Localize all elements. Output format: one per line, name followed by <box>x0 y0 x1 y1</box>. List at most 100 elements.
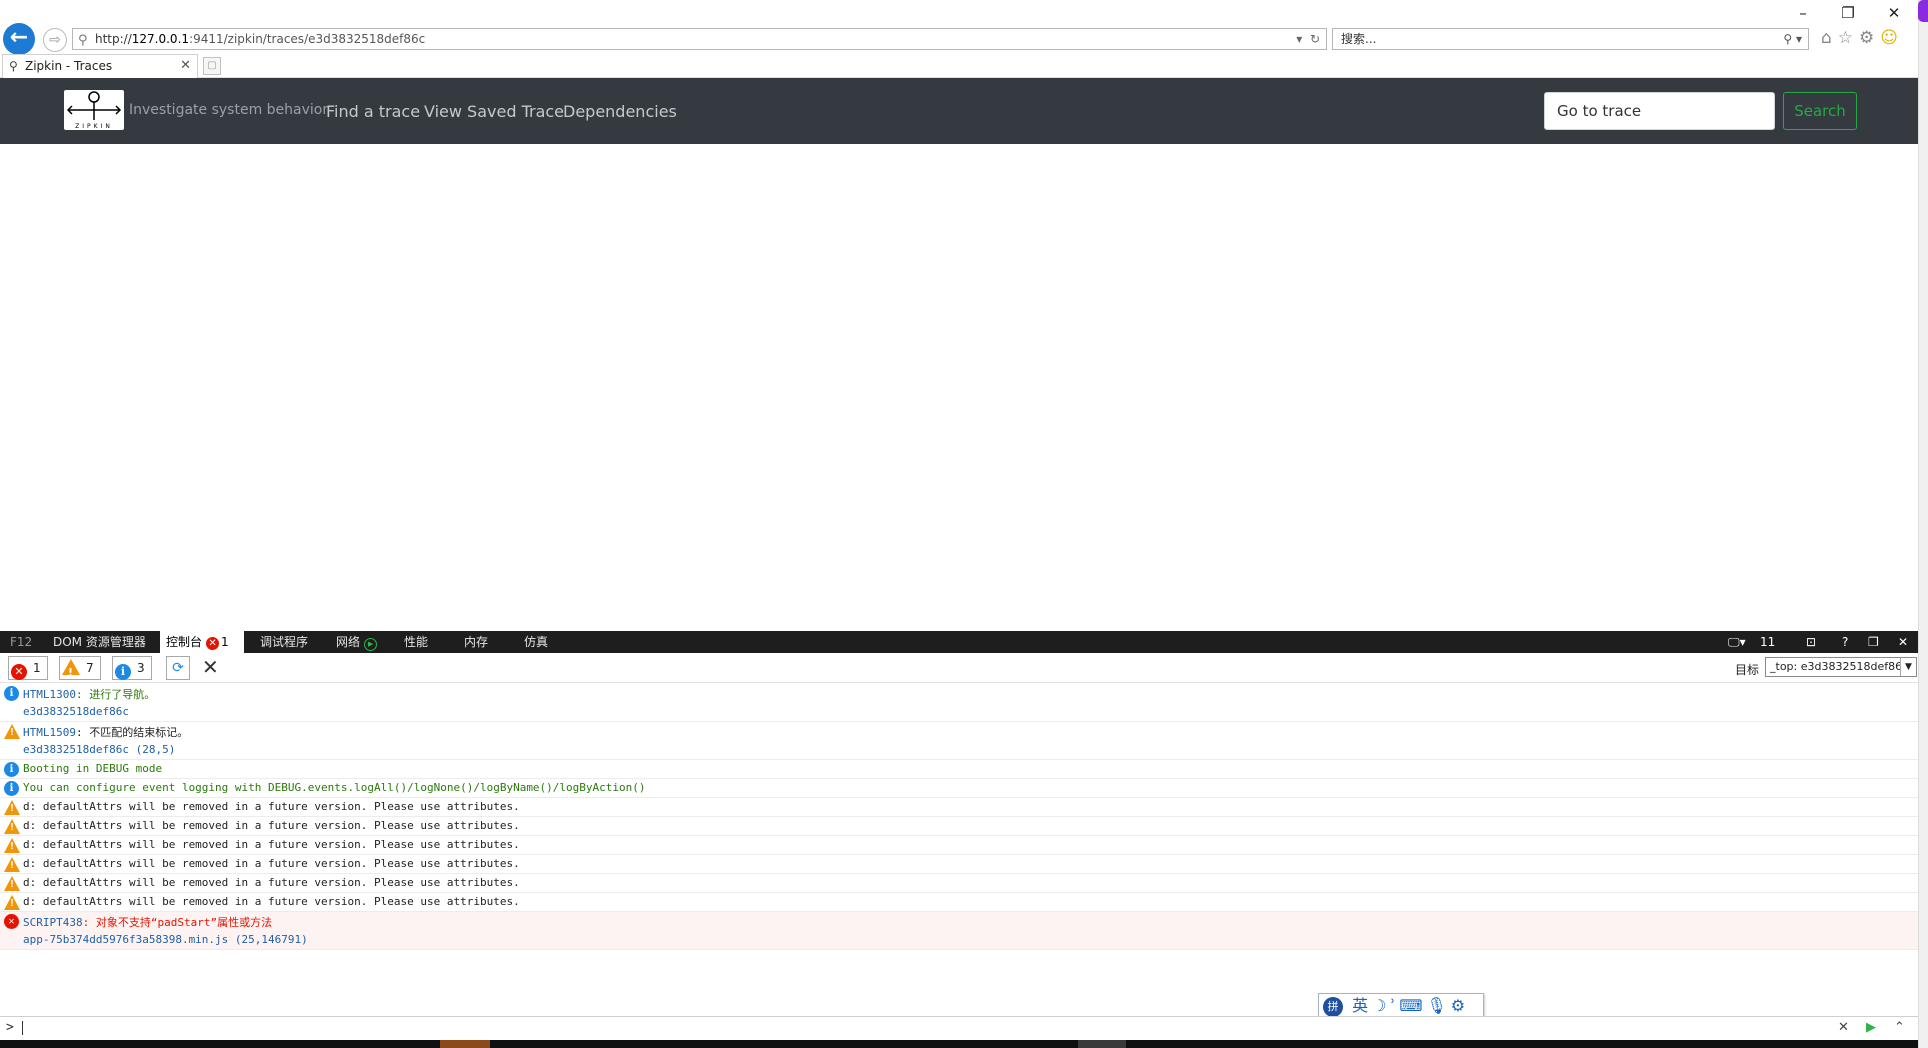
message-text: d: defaultAttrs will be removed in a fut… <box>23 895 520 908</box>
console-message[interactable]: d: defaultAttrs will be removed in a fut… <box>0 874 1918 893</box>
message-text: d: defaultAttrs will be removed in a fut… <box>23 876 520 889</box>
search-dropdown-icon[interactable]: ▾ <box>1796 32 1802 46</box>
tab-dom-explorer[interactable]: DOM 资源管理器 <box>47 631 152 653</box>
tab-memory[interactable]: 内存 <box>458 631 494 653</box>
warning-icon <box>4 895 20 910</box>
go-to-trace-placeholder: Go to trace <box>1557 102 1642 120</box>
expand-input-icon[interactable]: ⌃ <box>1894 1020 1905 1035</box>
prompt-chevron: > <box>6 1020 14 1035</box>
logo-text: ZIPKIN <box>75 123 113 130</box>
keyboard-icon[interactable]: ⌨ <box>1399 996 1426 1015</box>
console-message[interactable]: i You can configure event logging with D… <box>0 779 1918 798</box>
browser-search-input[interactable]: 搜索... ⚲ ▾ <box>1332 28 1809 50</box>
help-button[interactable]: ? <box>1842 631 1848 653</box>
forward-button[interactable]: ⇨ <box>43 28 67 52</box>
browser-tab[interactable]: ⚲ Zipkin - Traces ✕ <box>2 54 198 78</box>
console-message[interactable]: d: defaultAttrs will be removed in a fut… <box>0 798 1918 817</box>
errors-count: 1 <box>33 661 41 675</box>
chevron-down-icon: ▼ <box>1900 658 1916 676</box>
half-width-moon-icon[interactable]: ☽ <box>1372 996 1390 1015</box>
console-message[interactable]: i Booting in DEBUG mode <box>0 760 1918 779</box>
nav-find-trace[interactable]: Find a trace <box>326 102 420 121</box>
ime-settings-gear-icon[interactable]: ⚙ <box>1451 996 1469 1015</box>
minimize-button[interactable]: – <box>1793 4 1813 22</box>
target-select[interactable]: _top: e3d3832518def86c ▼ <box>1765 657 1917 677</box>
warning-icon <box>4 800 20 815</box>
run-icon[interactable]: ▶ <box>1866 1020 1876 1035</box>
ime-mode[interactable]: 英 <box>1352 996 1372 1015</box>
target-label: 目标 <box>1735 663 1760 677</box>
message-source-link[interactable]: e3d3832518def86c (28,5) <box>23 743 175 756</box>
settings-gear-icon[interactable]: ⚙ <box>1859 28 1880 48</box>
info-filter-button[interactable]: i3 <box>112 656 152 680</box>
message-code[interactable]: HTML1300 <box>23 688 76 701</box>
home-icon[interactable]: ⌂ <box>1821 28 1838 48</box>
search-button[interactable]: Search <box>1783 92 1857 130</box>
console-message[interactable]: d: defaultAttrs will be removed in a fut… <box>0 836 1918 855</box>
doc-mode-icon[interactable]: 🖵▾ <box>1728 631 1746 653</box>
zipkin-logo[interactable]: ZIPKIN <box>64 90 124 130</box>
message-source-link[interactable]: app-75b374dd5976f3a58398.min.js (25,1467… <box>23 933 308 946</box>
tagline: Investigate system behavior <box>129 102 329 118</box>
page-scrollbar[interactable] <box>1918 0 1928 1048</box>
console-toggle-icon[interactable]: ⊡ <box>1806 631 1816 653</box>
tab-emulation[interactable]: 仿真 <box>518 631 554 653</box>
undock-icon[interactable]: ❐ <box>1868 631 1879 653</box>
restore-button[interactable]: ❐ <box>1838 4 1858 22</box>
warnings-filter-button[interactable]: 7 <box>59 656 101 684</box>
tab-network-label: 网络 <box>336 635 361 649</box>
new-tab-button[interactable]: ▢ <box>203 57 221 75</box>
tab-title: Zipkin - Traces <box>25 59 113 73</box>
tab-close-icon[interactable]: ✕ <box>180 55 191 77</box>
back-button[interactable]: ← <box>3 23 35 55</box>
console-message[interactable]: d: defaultAttrs will be removed in a fut… <box>0 817 1918 836</box>
tab-debugger[interactable]: 调试程序 <box>254 631 314 653</box>
dropdown-arrow-icon[interactable]: ▾ <box>1296 32 1302 46</box>
message-text: You can configure event logging with DEB… <box>23 781 646 794</box>
go-to-trace-input[interactable]: Go to trace <box>1544 92 1775 130</box>
errors-filter-button[interactable]: ✕ 1 <box>8 656 48 680</box>
warning-icon <box>4 876 20 891</box>
info-icon: i <box>4 762 19 777</box>
profile-avatar[interactable] <box>1918 0 1928 22</box>
console-message[interactable]: HTML1509: 不匹配的结束标记。 e3d3832518def86c (28… <box>0 722 1918 760</box>
console-message[interactable]: ✕ SCRIPT438: 对象不支持“padStart”属性或方法 app-75… <box>0 912 1918 950</box>
text-caret <box>22 1021 23 1035</box>
console-message[interactable]: d: defaultAttrs will be removed in a fut… <box>0 855 1918 874</box>
nav-view-saved-trace[interactable]: View Saved Trace <box>424 102 564 121</box>
taskbar-app-item[interactable] <box>440 1040 490 1048</box>
refresh-icon[interactable]: ↻ <box>1310 32 1320 46</box>
tab-console[interactable]: 控制台 ✕ 1 <box>160 631 244 653</box>
url-path: :9411/zipkin/traces/e3d3832518def86c <box>189 32 426 46</box>
feedback-smiley-icon[interactable]: ☺ <box>1880 28 1904 48</box>
close-devtools-icon[interactable]: ✕ <box>1898 631 1908 653</box>
favorites-star-icon[interactable]: ☆ <box>1838 28 1859 48</box>
tab-performance[interactable]: 性能 <box>398 631 434 653</box>
ime-logo[interactable]: 拼 <box>1323 997 1343 1017</box>
close-window-button[interactable]: ✕ <box>1884 4 1904 22</box>
preserve-log-button[interactable]: ⟳ <box>166 656 190 680</box>
microphone-icon[interactable]: 🎙 <box>1426 996 1450 1015</box>
clear-console-icon[interactable]: ✕ <box>202 655 219 679</box>
search-icon[interactable]: ⚲ <box>1783 32 1792 46</box>
warnings-count: 7 <box>86 661 94 675</box>
console-input[interactable]: > ✕ ▶ ⌃ <box>0 1016 1918 1040</box>
address-bar[interactable]: ⚲ http://127.0.0.1:9411/zipkin/traces/e3… <box>72 28 1327 50</box>
info-icon: i <box>4 781 19 796</box>
tab-network[interactable]: 网络 ▶ <box>330 631 383 653</box>
taskbar-app-item[interactable] <box>1078 1040 1126 1048</box>
nav-dependencies[interactable]: Dependencies <box>563 102 677 121</box>
zipkin-favicon-icon: ⚲ <box>78 33 88 48</box>
message-source-link[interactable]: e3d3832518def86c <box>23 705 129 718</box>
info-icon: i <box>4 686 19 701</box>
console-message[interactable]: d: defaultAttrs will be removed in a fut… <box>0 893 1918 912</box>
warning-icon <box>62 659 80 684</box>
clear-input-icon[interactable]: ✕ <box>1838 1020 1849 1035</box>
error-icon: ✕ <box>206 637 220 650</box>
message-code[interactable]: SCRIPT438 <box>23 916 83 929</box>
message-code[interactable]: HTML1509 <box>23 726 76 739</box>
tab-favicon-icon: ⚲ <box>9 59 18 73</box>
console-message[interactable]: i HTML1300: 进行了导航。 e3d3832518def86c <box>0 684 1918 722</box>
browser-toolbar: ← ⇨ ⚲ http://127.0.0.1:9411/zipkin/trace… <box>0 0 1928 55</box>
info-count: 3 <box>137 661 145 675</box>
